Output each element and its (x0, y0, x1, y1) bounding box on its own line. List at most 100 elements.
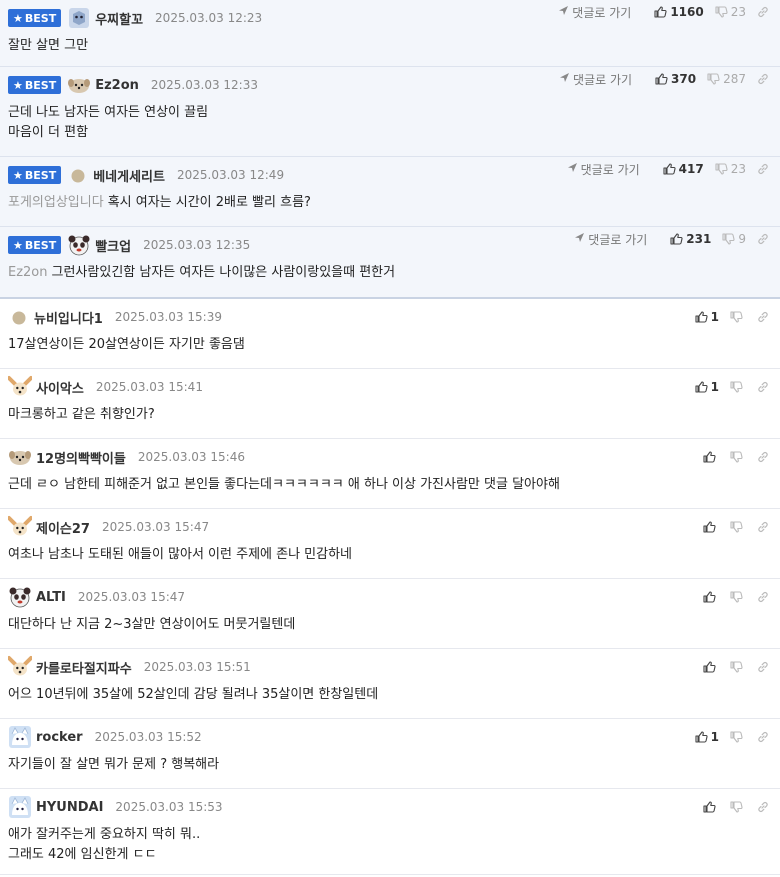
comment-date: 2025.03.03 12:49 (176, 168, 285, 182)
downvote-button[interactable]: 287 (706, 72, 746, 86)
downvote-button[interactable] (729, 800, 746, 814)
upvote-button[interactable]: 231 (669, 232, 711, 246)
comment-header: 제이슨27 2025.03.03 15:47 (7, 509, 209, 545)
avatar[interactable] (8, 725, 32, 749)
share-link-button[interactable] (756, 800, 770, 814)
downvote-count: 287 (723, 72, 746, 86)
comment-actions: 댓글로 가기 231 9 (574, 221, 770, 257)
avatar[interactable] (67, 6, 91, 30)
share-link-button[interactable] (756, 232, 770, 246)
downvote-button[interactable] (729, 380, 746, 394)
share-link-button[interactable] (756, 520, 770, 534)
best-comment: ★ BEST Ez2on 2025.03.03 12:33 댓글로 가기 370 287 근데… (0, 67, 780, 157)
upvote-button[interactable] (702, 660, 719, 674)
thumbs-up-icon (702, 590, 716, 604)
share-link-button[interactable] (756, 660, 770, 674)
downvote-button[interactable] (729, 450, 746, 464)
share-link-button[interactable] (756, 380, 770, 394)
upvote-button[interactable]: 1 (694, 310, 719, 324)
downvote-button[interactable]: 23 (714, 5, 746, 19)
comment-text: 잘만 살면 그만 (8, 38, 89, 53)
share-link-button[interactable] (756, 590, 770, 604)
downvote-button[interactable] (729, 730, 746, 744)
share-link-button[interactable] (756, 162, 770, 176)
avatar[interactable] (8, 795, 32, 819)
upvote-button[interactable] (702, 800, 719, 814)
author-nickname[interactable]: rocker (36, 730, 83, 745)
avatar[interactable] (7, 515, 33, 539)
upvote-button[interactable] (702, 450, 719, 464)
downvote-button[interactable] (729, 660, 746, 674)
author-nickname[interactable]: 12명의빡빡이들 (36, 448, 126, 467)
goto-comment-label: 댓글로 가기 (580, 162, 640, 177)
author-nickname[interactable]: 사이악스 (36, 378, 84, 397)
upvote-button[interactable]: 417 (662, 162, 704, 176)
comment: 사이악스 2025.03.03 15:41 1 마크롱하고 같은 취향인가? (0, 369, 780, 439)
upvote-button[interactable] (702, 520, 719, 534)
author-nickname[interactable]: 우찌할꼬 (95, 9, 143, 28)
share-link-button[interactable] (756, 730, 770, 744)
goto-comment-link[interactable]: 댓글로 가기 (559, 71, 632, 88)
star-icon: ★ (13, 11, 23, 25)
avatar[interactable] (12, 310, 26, 325)
downvote-button[interactable]: 9 (721, 232, 746, 246)
comment-date: 2025.03.03 15:47 (77, 590, 186, 604)
goto-comment-link[interactable]: 댓글로 가기 (574, 231, 647, 248)
downvote-button[interactable]: 23 (714, 162, 746, 176)
share-link-button[interactable] (756, 72, 770, 86)
author-nickname[interactable]: 제이슨27 (36, 518, 90, 537)
comment-body: 자기들이 잘 살면 뭐가 문제 ? 행복해라 (8, 755, 219, 775)
share-link-button[interactable] (756, 5, 770, 19)
author-nickname[interactable]: 뉴비입니다1 (34, 308, 103, 327)
author-nickname[interactable]: 빨크업 (95, 236, 131, 255)
comment-actions: 댓글로 가기 370 287 (559, 61, 770, 97)
avatar[interactable] (67, 233, 91, 257)
avatar[interactable] (8, 585, 32, 609)
comment-text: 그런사람있긴함 남자든 여자든 나이많은 사람이랑있을때 편한거 (51, 265, 396, 280)
downvote-button[interactable] (729, 310, 746, 324)
upvote-button[interactable]: 370 (654, 72, 696, 86)
comment-actions (692, 789, 770, 825)
upvote-button[interactable]: 1 (694, 380, 719, 394)
avatar[interactable] (7, 655, 33, 679)
author-nickname[interactable]: 카를로타절지파수 (36, 658, 132, 677)
upvote-count: 417 (678, 162, 704, 176)
reply-target[interactable]: 포게의업상입니다 (8, 195, 104, 210)
goto-comment-link[interactable]: 댓글로 가기 (558, 4, 631, 21)
upvote-button[interactable] (702, 590, 719, 604)
avatar[interactable] (7, 375, 33, 399)
comment-text: 그래도 42에 임신한게 ㄷㄷ (8, 847, 157, 862)
send-icon (558, 5, 572, 19)
upvote-button[interactable]: 1160 (653, 5, 704, 19)
comment-line: 여초나 남초나 도태된 애들이 많아서 이런 주제에 존나 민감하네 (8, 545, 352, 565)
author-nickname[interactable]: 베네게세리트 (93, 166, 165, 185)
comment: rocker 2025.03.03 15:52 1 자기들이 잘 살면 뭐가 문제 ?… (0, 719, 780, 789)
link-icon (756, 660, 770, 674)
thumbs-up-icon (654, 72, 668, 86)
comment: 카를로타절지파수 2025.03.03 15:51 어으 10년뒤에 35살에 52… (0, 649, 780, 719)
downvote-button[interactable] (729, 590, 746, 604)
downvote-count: 23 (730, 162, 746, 176)
goto-comment-link[interactable]: 댓글로 가기 (567, 161, 640, 178)
comment: 뉴비입니다1 2025.03.03 15:39 1 17살연상이든 20살연상이든 자… (0, 299, 780, 369)
share-link-button[interactable] (756, 450, 770, 464)
link-icon (756, 380, 770, 394)
downvote-button[interactable] (729, 520, 746, 534)
comment-text: 대단하다 난 지금 2~3살만 연상이어도 머뭇거릴텐데 (8, 617, 296, 632)
author-nickname[interactable]: HYUNDAI (36, 800, 103, 815)
best-badge-label: BEST (24, 78, 57, 92)
comment-line: 어으 10년뒤에 35살에 52살인데 감당 될려나 35살이면 한창일텐데 (8, 685, 378, 705)
link-icon (756, 590, 770, 604)
reply-target[interactable]: Ez2on (8, 265, 48, 280)
author-nickname[interactable]: Ez2on (95, 78, 139, 93)
share-link-button[interactable] (756, 310, 770, 324)
comment-header: 사이악스 2025.03.03 15:41 (7, 369, 203, 405)
avatar[interactable] (67, 73, 91, 97)
comment-actions (692, 439, 770, 475)
avatar[interactable] (8, 445, 32, 469)
avatar[interactable] (71, 168, 85, 183)
upvote-button[interactable]: 1 (694, 730, 719, 744)
comment-actions: 1 (684, 719, 770, 755)
thumbs-up-icon (653, 5, 667, 19)
author-nickname[interactable]: ALTI (36, 590, 66, 605)
